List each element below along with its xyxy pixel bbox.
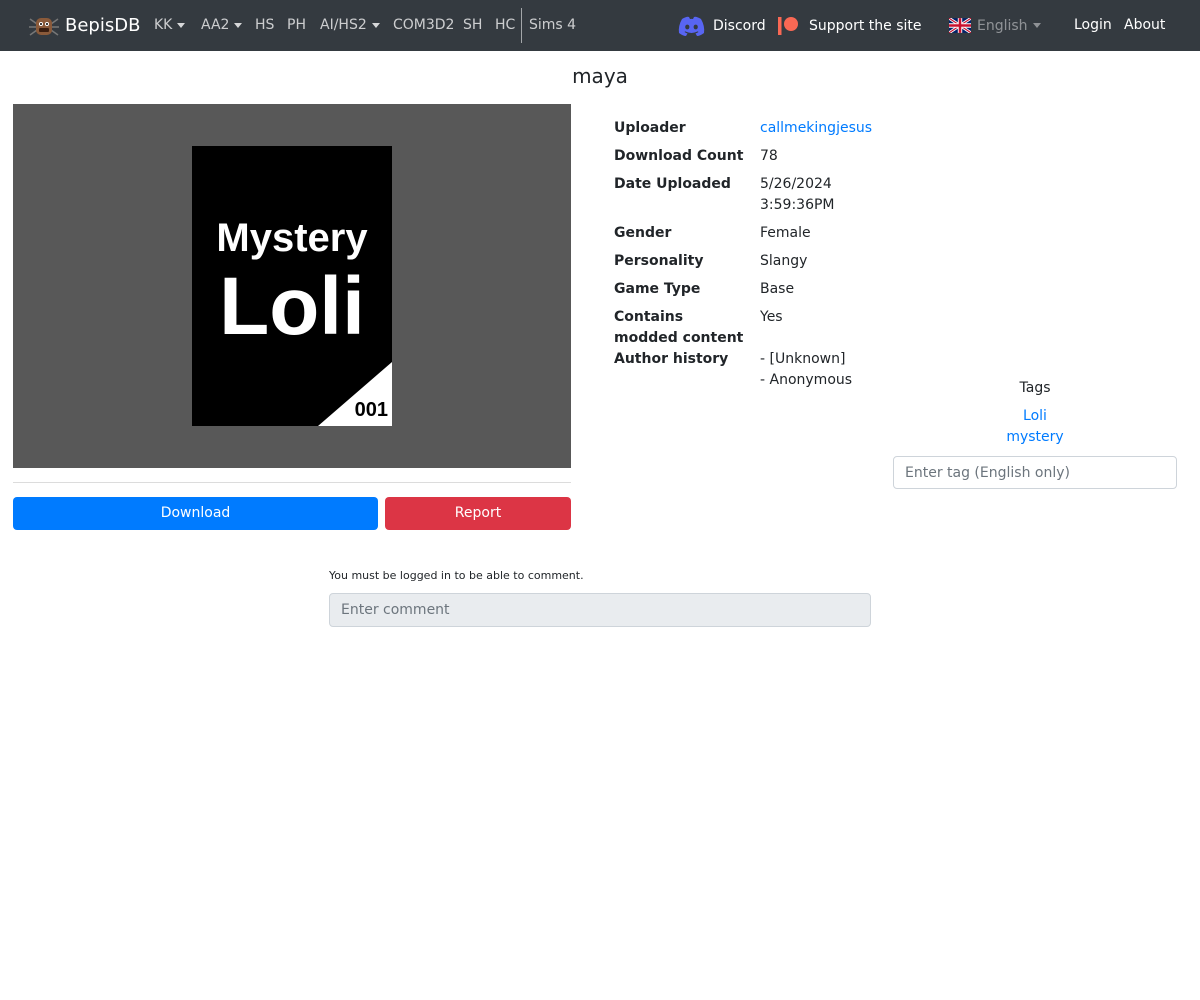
download-button[interactable]: Download [13, 497, 378, 530]
cover-text-line2: Loli [219, 261, 365, 352]
info-value-personality: Slangy [760, 253, 808, 269]
divider [13, 482, 571, 483]
language-dropdown[interactable]: English [949, 0, 1041, 51]
info-label-date-uploaded: Date Uploaded [614, 176, 731, 192]
nav-kk-label: KK [154, 17, 173, 33]
info-value-gender: Female [760, 225, 811, 241]
info-value-date-uploaded: 5/26/2024 3:59:36PM [760, 174, 835, 216]
language-label: English [977, 17, 1028, 34]
info-label-personality: Personality [614, 253, 704, 269]
tags-heading: Tags [1019, 380, 1051, 396]
bepis-logo-icon [29, 17, 59, 36]
info-value-download-count: 78 [760, 148, 778, 164]
info-value-date: 5/26/2024 [760, 176, 832, 192]
nav-sims4-link[interactable]: Sims 4 [529, 0, 576, 51]
nav-hs-link[interactable]: HS [255, 0, 274, 51]
card-preview-image: Mystery Loli 001 [192, 146, 392, 426]
discord-label: Discord [713, 17, 766, 34]
nav-aihs2-dropdown[interactable]: AI/HS2 [320, 0, 380, 51]
comment-input[interactable] [329, 593, 871, 627]
page-title: maya [572, 64, 628, 88]
support-link[interactable]: Support the site [778, 0, 922, 51]
info-label-uploader: Uploader [614, 120, 686, 136]
report-button[interactable]: Report [385, 497, 571, 530]
info-label-modded-content: Contains modded content [614, 307, 743, 349]
author-history-item: - Anonymous [760, 372, 853, 388]
comment-login-note: You must be logged in to be able to comm… [329, 569, 584, 582]
cover-text-line1: Mystery [216, 216, 368, 260]
brand-name: BepisDB [65, 15, 141, 36]
nav-aihs2-label: AI/HS2 [320, 17, 367, 33]
tag-link-mystery[interactable]: mystery [893, 429, 1177, 445]
tag-input[interactable] [893, 456, 1177, 489]
caret-down-icon [177, 22, 186, 28]
navbar: BepisDB KK AA2 HS PH AI/HS2 COM3D2 SH HC… [0, 0, 1200, 51]
support-label: Support the site [809, 17, 922, 34]
caret-down-icon [234, 22, 243, 28]
caret-down-icon [1032, 23, 1041, 28]
uploader-link[interactable]: callmekingjesus [760, 118, 872, 139]
caret-down-icon [371, 22, 380, 28]
patreon-icon [778, 16, 798, 35]
info-label-author-history: Author history [614, 351, 729, 367]
login-link[interactable]: Login [1074, 0, 1112, 51]
info-label-modded-line1: Contains [614, 309, 684, 325]
nav-com3d2-link[interactable]: COM3D2 [393, 0, 454, 51]
brand-link[interactable]: BepisDB [28, 0, 140, 51]
discord-icon [678, 16, 705, 36]
info-label-download-count: Download Count [614, 148, 744, 164]
nav-hc-link[interactable]: HC [495, 0, 515, 51]
info-value-game-type: Base [760, 281, 795, 297]
nav-sh-link[interactable]: SH [463, 0, 482, 51]
nav-aa2-label: AA2 [201, 17, 230, 33]
nav-ph-link[interactable]: PH [287, 0, 306, 51]
cover-number: 001 [354, 399, 388, 421]
card-image-panel[interactable]: Mystery Loli 001 [13, 104, 571, 468]
uk-flag-icon [949, 18, 971, 33]
nav-divider [521, 8, 522, 43]
info-value-modded-content: Yes [760, 309, 783, 325]
author-history-item: - [Unknown] [760, 351, 846, 367]
tag-link-loli[interactable]: Loli [893, 408, 1177, 424]
nav-kk-dropdown[interactable]: KK [154, 0, 186, 51]
info-value-time: 3:59:36PM [760, 197, 835, 213]
discord-link[interactable]: Discord [678, 0, 766, 51]
nav-aa2-dropdown[interactable]: AA2 [201, 0, 243, 51]
info-value-author-history: - [Unknown] - Anonymous [760, 349, 852, 391]
info-label-modded-line2: modded content [614, 330, 744, 346]
info-label-gender: Gender [614, 225, 672, 241]
about-link[interactable]: About [1124, 0, 1165, 51]
info-label-game-type: Game Type [614, 281, 701, 297]
